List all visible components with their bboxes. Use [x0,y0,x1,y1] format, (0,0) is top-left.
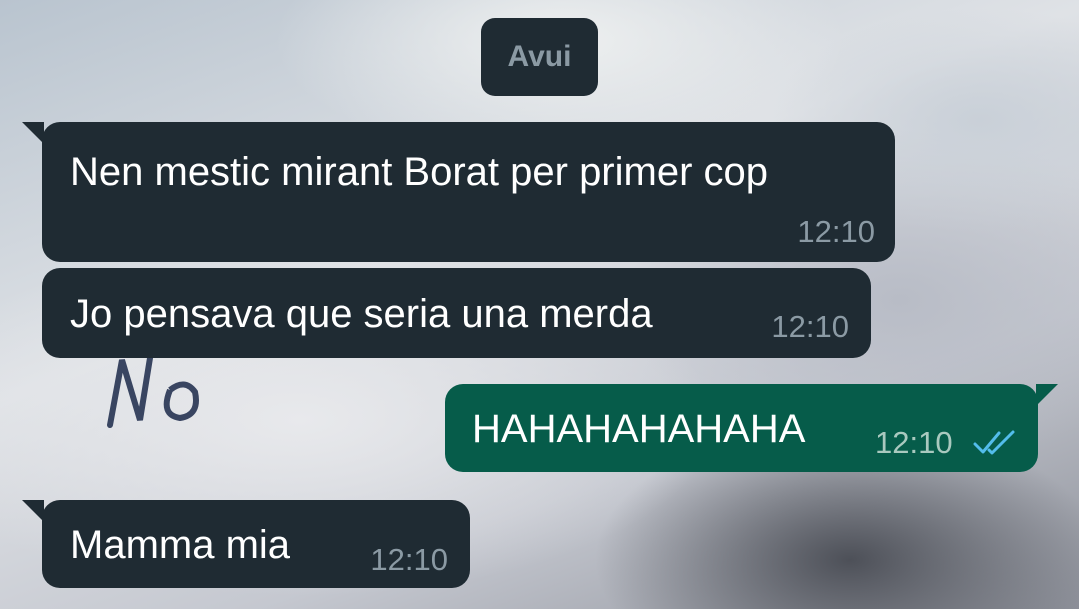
chat-background: Avui Nen mestic mirant Borat per primer … [0,0,1079,609]
message-bubble-incoming[interactable]: Mamma mia 12:10 [22,500,470,588]
bubble-tail [22,500,44,522]
date-separator: Avui [481,18,598,96]
message-bubble-incoming[interactable]: Nen mestic mirant Borat per primer cop 1… [22,122,895,262]
double-check-read-icon [973,430,1015,455]
message-bubble-incoming[interactable]: Jo pensava que seria una merda 12:10 [42,268,871,358]
date-separator-label: Avui [507,40,572,73]
message-text: Mamma mia [70,523,291,567]
message-text: Jo pensava que seria una merda [70,292,653,336]
bubble-tail [1036,384,1058,406]
message-time: 12:10 [875,425,953,460]
message-bubble-outgoing[interactable]: HAHAHAHAHAHA 12:10 [445,384,1058,472]
message-time: 12:10 [370,542,448,577]
message-time: 12:10 [797,214,875,249]
message-text: Nen mestic mirant Borat per primer cop [70,150,769,194]
message-time: 12:10 [771,309,849,344]
bubble-tail [22,122,44,144]
message-text: HAHAHAHAHAHA [472,407,806,451]
